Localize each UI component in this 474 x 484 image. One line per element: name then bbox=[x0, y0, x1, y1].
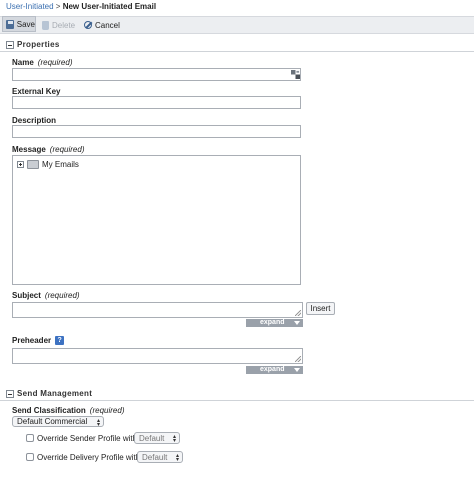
subject-required-text: (required) bbox=[44, 291, 80, 300]
override-delivery-value: Default bbox=[142, 452, 168, 462]
subject-label-text: Subject bbox=[12, 291, 41, 300]
breadcrumb-current: New User-Initiated Email bbox=[62, 2, 157, 11]
description-input[interactable] bbox=[12, 125, 301, 138]
help-icon[interactable]: ? bbox=[55, 336, 65, 345]
subject-input[interactable] bbox=[12, 302, 303, 318]
message-required-text: (required) bbox=[49, 145, 85, 154]
send-management-section-title: Send Management bbox=[17, 389, 93, 398]
select-caret-icon: ▴ ▾ bbox=[175, 453, 179, 463]
insert-button[interactable]: Insert bbox=[306, 302, 335, 315]
toolbar: Save Delete Cancel bbox=[0, 16, 474, 34]
cancel-button-label: Cancel bbox=[95, 20, 120, 30]
preheader-input[interactable] bbox=[12, 348, 303, 364]
name-label-text: Name bbox=[12, 58, 34, 67]
description-label: Description bbox=[12, 116, 57, 125]
tree-item-my-emails[interactable]: My Emails bbox=[17, 160, 79, 169]
breadcrumb-parent-link[interactable]: User-Initiated bbox=[6, 2, 54, 11]
delete-button-label: Delete bbox=[52, 20, 76, 30]
override-delivery-checkbox[interactable] bbox=[26, 453, 34, 461]
subject-expand-bar[interactable]: expand bbox=[246, 319, 303, 327]
collapse-icon[interactable] bbox=[6, 41, 14, 49]
delete-button[interactable]: Delete bbox=[42, 17, 75, 33]
expand-arrow-icon bbox=[294, 368, 300, 372]
send-classification-select[interactable]: Default Commercial ▴ ▾ bbox=[12, 416, 104, 428]
send-classification-required-text: (required) bbox=[89, 406, 125, 415]
preheader-label-text: Preheader bbox=[12, 336, 52, 345]
folder-icon bbox=[27, 160, 39, 169]
external-key-input[interactable] bbox=[12, 96, 301, 109]
cancel-icon bbox=[84, 21, 92, 29]
collapse-icon[interactable] bbox=[6, 390, 14, 398]
override-delivery-select[interactable]: Default ▴ ▾ bbox=[137, 451, 183, 463]
save-button-label: Save bbox=[16, 19, 35, 29]
expand-arrow-icon bbox=[294, 321, 300, 325]
send-classification-label: Send Classification (required) bbox=[12, 406, 124, 415]
message-tree[interactable]: My Emails bbox=[12, 155, 301, 285]
tree-expand-icon[interactable] bbox=[17, 161, 24, 168]
select-caret-icon: ▴ ▾ bbox=[96, 418, 100, 428]
preheader-expand-label: expand bbox=[260, 366, 285, 373]
message-label: Message (required) bbox=[12, 145, 84, 154]
subject-expand-label: expand bbox=[260, 319, 285, 326]
override-sender-label: Override Sender Profile with bbox=[37, 434, 138, 443]
name-input[interactable] bbox=[12, 68, 301, 81]
tree-item-label: My Emails bbox=[42, 160, 79, 169]
save-button[interactable]: Save bbox=[2, 16, 36, 32]
send-management-section-header[interactable]: Send Management bbox=[0, 388, 474, 401]
select-caret-icon: ▴ ▾ bbox=[172, 434, 176, 444]
send-classification-label-text: Send Classification bbox=[12, 406, 86, 415]
preheader-label: Preheader ? bbox=[12, 336, 65, 345]
preheader-expand-bar[interactable]: expand bbox=[246, 366, 303, 374]
save-icon bbox=[6, 19, 14, 29]
override-sender-checkbox[interactable] bbox=[26, 434, 34, 442]
name-required-text: (required) bbox=[37, 58, 73, 67]
cancel-button[interactable]: Cancel bbox=[84, 17, 120, 33]
properties-section-header[interactable]: Properties bbox=[0, 39, 474, 52]
override-sender-select[interactable]: Default ▴ ▾ bbox=[134, 432, 180, 444]
external-key-label: External Key bbox=[12, 87, 61, 96]
breadcrumb-separator: > bbox=[53, 2, 63, 11]
override-sender-value: Default bbox=[139, 433, 165, 443]
text-tools-icon[interactable] bbox=[291, 70, 300, 79]
send-classification-value: Default Commercial bbox=[17, 417, 88, 426]
override-delivery-label: Override Delivery Profile with bbox=[37, 453, 141, 462]
properties-section-title: Properties bbox=[17, 40, 60, 49]
delete-icon bbox=[42, 20, 49, 30]
breadcrumb: User-Initiated > New User-Initiated Emai… bbox=[6, 2, 156, 11]
name-label: Name (required) bbox=[12, 58, 72, 67]
resize-grip[interactable] bbox=[295, 310, 301, 316]
message-label-text: Message bbox=[12, 145, 46, 154]
subject-label: Subject (required) bbox=[12, 291, 80, 300]
resize-grip[interactable] bbox=[295, 356, 301, 362]
